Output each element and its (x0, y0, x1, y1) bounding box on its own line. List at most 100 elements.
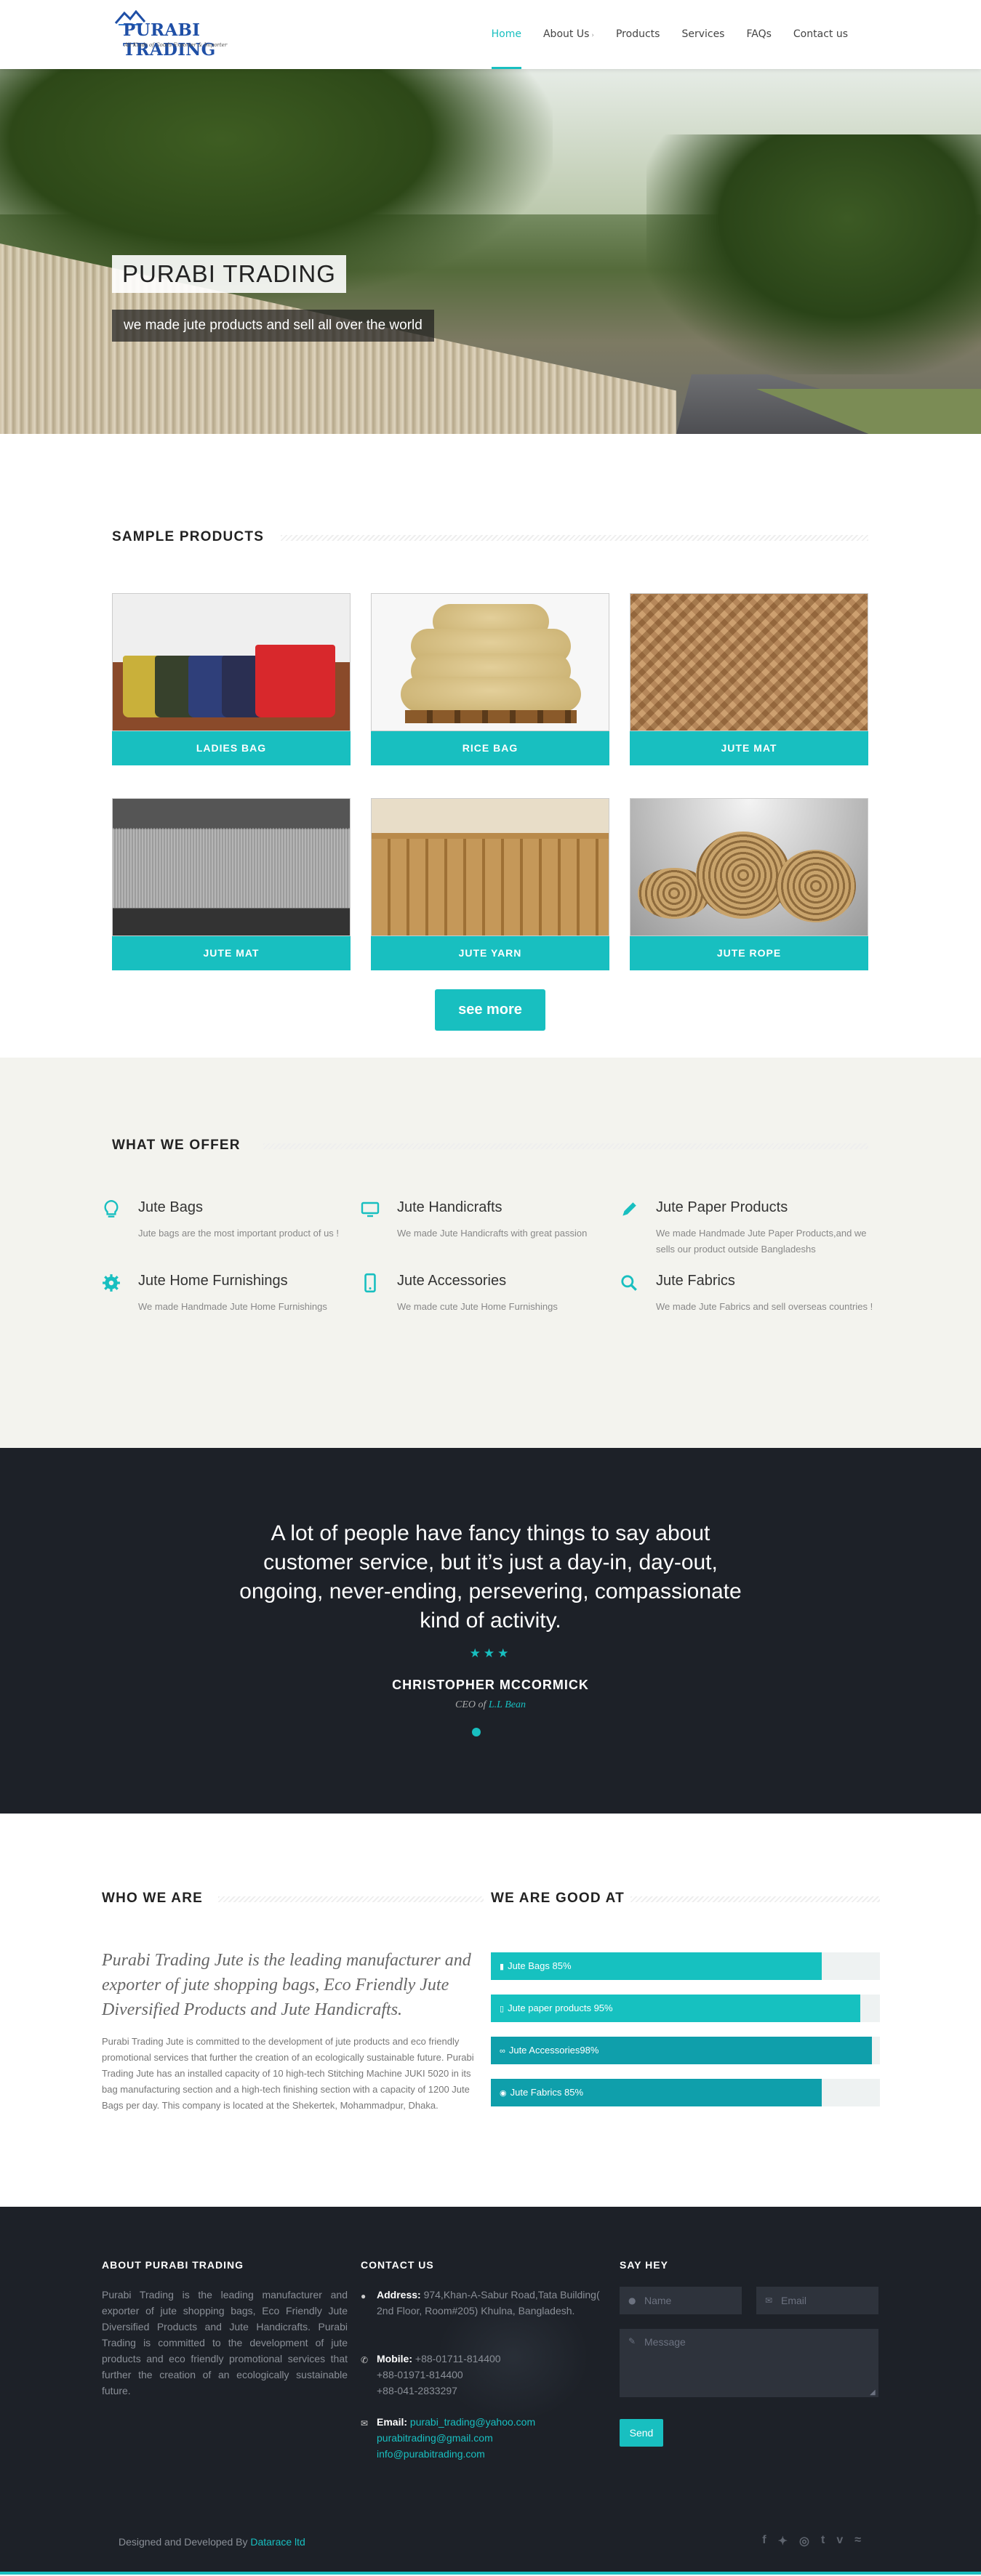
role-prefix: CEO of (455, 1699, 487, 1710)
company-link[interactable]: L.L Bean (489, 1699, 526, 1710)
rating-stars: ★★★ (469, 1646, 512, 1661)
product-label: JUTE ROPE (630, 936, 868, 970)
heading-divider (630, 1896, 880, 1902)
who-heading: WHO WE ARE (102, 1891, 484, 1907)
testimonial-author: CHRISTOPHER MCCORMICK (392, 1678, 589, 1692)
chevron-down-icon: › (591, 32, 594, 39)
products-section: SAMPLE PRODUCTS LADIES BAG RICE BAG JUTE… (0, 0, 981, 1031)
send-button[interactable]: Send (620, 2419, 663, 2447)
phone-icon: ✆ (361, 2355, 369, 2365)
lightbulb-icon (104, 1199, 119, 1217)
name-placeholder: Name (644, 2295, 672, 2306)
site-logo[interactable]: PURABI TRADING All Kinds of Goods Export… (114, 9, 260, 60)
offer-desc: We made Jute Fabrics and sell overseas c… (656, 1301, 873, 1312)
eye-icon: ◉ (500, 2089, 507, 2098)
email-label: Email: (377, 2416, 408, 2428)
offer-title: Jute Bags (138, 1199, 203, 1215)
mobile-value: +88-01711-814400 (415, 2353, 501, 2364)
dribbble-icon[interactable]: ◎ (799, 2534, 809, 2548)
about-body: Purabi Trading Jute is committed to the … (102, 2036, 474, 2111)
resize-handle-icon[interactable]: ◢ (870, 2388, 876, 2396)
offer-desc: We made Handmade Jute Paper Products,and… (656, 1228, 867, 1255)
vimeo-icon[interactable]: v (836, 2534, 843, 2548)
contact-address: ● Address: 974,Khan-A-Sabur Road,Tata Bu… (361, 2287, 608, 2319)
heading-divider (263, 1143, 868, 1149)
footer-accent-bar (0, 2572, 981, 2575)
contact-email: ✉ Email: purabi_trading@yahoo.com purabi… (361, 2414, 608, 2462)
see-more-button[interactable]: see more (435, 989, 545, 1031)
skill-bar-fill: ◉ Jute Fabrics 85% (491, 2079, 822, 2106)
footer-about-title: ABOUT PURABI TRADING (102, 2259, 244, 2271)
rss-icon[interactable]: ≈ (854, 2534, 861, 2548)
address-label: Address: (377, 2289, 421, 2301)
testimonial-role: CEO of L.L Bean (0, 1699, 981, 1711)
section-title: WHAT WE OFFER (112, 1138, 254, 1154)
twitter-icon[interactable]: ✦ (778, 2534, 788, 2548)
offer-heading: WHAT WE OFFER (112, 1138, 868, 1154)
products-heading: SAMPLE PRODUCTS (112, 529, 868, 545)
email-input[interactable]: Email (756, 2287, 878, 2314)
envelope-icon: ✉ (361, 2418, 369, 2428)
product-card[interactable]: JUTE MAT (630, 593, 868, 765)
product-image (112, 798, 351, 936)
site-header: PURABI TRADING All Kinds of Goods Export… (0, 0, 981, 69)
nav-about-us[interactable]: About Us › (532, 0, 605, 69)
message-textarea[interactable]: Message (620, 2329, 878, 2397)
sack-shape (401, 677, 581, 712)
offer-title: Jute Accessories (397, 1273, 507, 1289)
slider-dot[interactable] (472, 1728, 481, 1736)
skill-bar-fill: ▯ Jute paper products 95% (491, 1995, 861, 2022)
about-lead: Purabi Trading Jute is the leading manuf… (102, 1951, 471, 2019)
email-placeholder: Email (781, 2295, 807, 2306)
credit-link[interactable]: Datarace ltd (250, 2536, 305, 2548)
offer-title: Jute Fabrics (656, 1273, 735, 1289)
offer-desc: Jute bags are the most important product… (138, 1228, 340, 1239)
testimonial-quote: A lot of people have fancy things to say… (239, 1521, 742, 1633)
email-link[interactable]: info@purabitrading.com (377, 2446, 608, 2462)
product-image (630, 798, 868, 936)
product-card[interactable]: RICE BAG (371, 593, 609, 765)
mobile-value: +88-01971-814400 (377, 2369, 463, 2380)
skill-label: Jute Fabrics 85% (510, 2087, 584, 2098)
product-card[interactable]: JUTE ROPE (630, 798, 868, 970)
skills-heading: WE ARE GOOD AT (491, 1891, 880, 1907)
heading-divider (281, 535, 868, 541)
skill-bar: ◉ Jute Fabrics 85% (491, 2079, 880, 2106)
footer-credit: Designed and Developed By Datarace ltd (119, 2536, 305, 2548)
offer-title: Jute Home Furnishings (138, 1273, 288, 1289)
nav-products[interactable]: Products (605, 0, 670, 69)
product-image (112, 593, 351, 731)
product-card[interactable]: LADIES BAG (112, 593, 351, 765)
main-nav: Home About Us › Products Services FAQs Co… (481, 0, 859, 69)
pallet-shape (405, 710, 577, 723)
email-link[interactable]: purabitrading@gmail.com (377, 2430, 608, 2446)
search-icon (621, 1275, 637, 1291)
contact-mobile: ✆ Mobile: +88-01711-814400 +88-01971-814… (361, 2351, 608, 2399)
section-title: WHO WE ARE (102, 1891, 217, 1907)
nav-services[interactable]: Services (670, 0, 735, 69)
tumblr-icon[interactable]: t (821, 2534, 825, 2548)
email-link[interactable]: purabi_trading@yahoo.com (410, 2416, 535, 2428)
footer-about-text: Purabi Trading is the leading manufactur… (102, 2289, 348, 2396)
rope-knot-shape (776, 850, 856, 922)
file-icon: ▯ (500, 2005, 505, 2013)
about-section: WHO WE ARE WE ARE GOOD AT Purabi Trading… (0, 1814, 981, 2207)
nav-home[interactable]: Home (481, 0, 532, 69)
offer-desc: We made Jute Handicrafts with great pass… (397, 1228, 588, 1239)
credit-prefix: Designed and Developed By (119, 2536, 248, 2548)
nav-about-us-label: About Us (542, 28, 590, 40)
pencil-icon: ✎ (628, 2336, 636, 2346)
product-card[interactable]: JUTE YARN (371, 798, 609, 970)
nav-contact-us[interactable]: Contact us (782, 0, 859, 69)
pencil-icon (622, 1202, 636, 1216)
product-card[interactable]: JUTE MAT (112, 798, 351, 970)
user-icon: ● (628, 2295, 636, 2306)
skill-label: Jute paper products 95% (508, 2003, 613, 2013)
name-input[interactable]: Name (620, 2287, 742, 2314)
nav-faqs[interactable]: FAQs (735, 0, 782, 69)
facebook-icon[interactable]: f (762, 2534, 766, 2548)
product-label: JUTE MAT (630, 731, 868, 765)
mobile-icon (364, 1273, 376, 1293)
rope-knot-shape (696, 832, 790, 919)
site-footer: ABOUT PURABI TRADING Purabi Trading is t… (0, 2207, 981, 2575)
